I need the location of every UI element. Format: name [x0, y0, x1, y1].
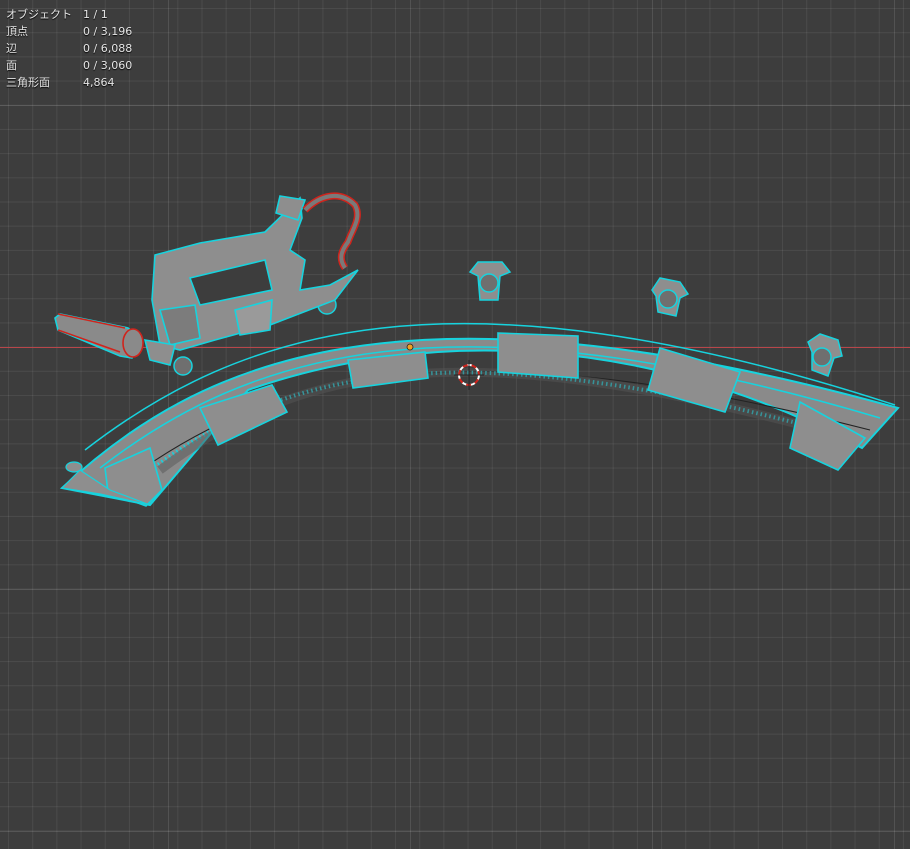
stat-row-edges: 辺 0 / 6,088	[6, 40, 132, 57]
origin-point	[406, 343, 414, 351]
stat-row-objects: オブジェクト 1 / 1	[6, 6, 132, 23]
stat-value: 4,864	[83, 76, 115, 89]
stat-label: 面	[6, 59, 17, 72]
stat-value: 0 / 3,196	[83, 25, 133, 38]
stat-row-vertices: 頂点 0 / 3,196	[6, 23, 132, 40]
band-blocks	[104, 332, 867, 507]
stat-row-triangles: 三角形面 4,864	[6, 74, 132, 91]
cable	[302, 192, 361, 271]
mesh-object[interactable]	[0, 0, 910, 849]
stat-value: 0 / 6,088	[83, 42, 133, 55]
stat-row-faces: 面 0 / 3,060	[6, 57, 132, 74]
stat-label: 三角形面	[6, 76, 50, 89]
curved-band[interactable]	[59, 322, 900, 507]
stat-value: 1 / 1	[83, 8, 108, 21]
stat-label: 頂点	[6, 25, 28, 38]
stat-label: オブジェクト	[6, 8, 72, 21]
scene-statistics: オブジェクト 1 / 1 頂点 0 / 3,196 辺 0 / 6,088 面 …	[6, 6, 132, 91]
stat-label: 辺	[6, 42, 17, 55]
stat-value: 0 / 3,060	[83, 59, 133, 72]
3d-cursor-icon[interactable]	[454, 360, 484, 390]
